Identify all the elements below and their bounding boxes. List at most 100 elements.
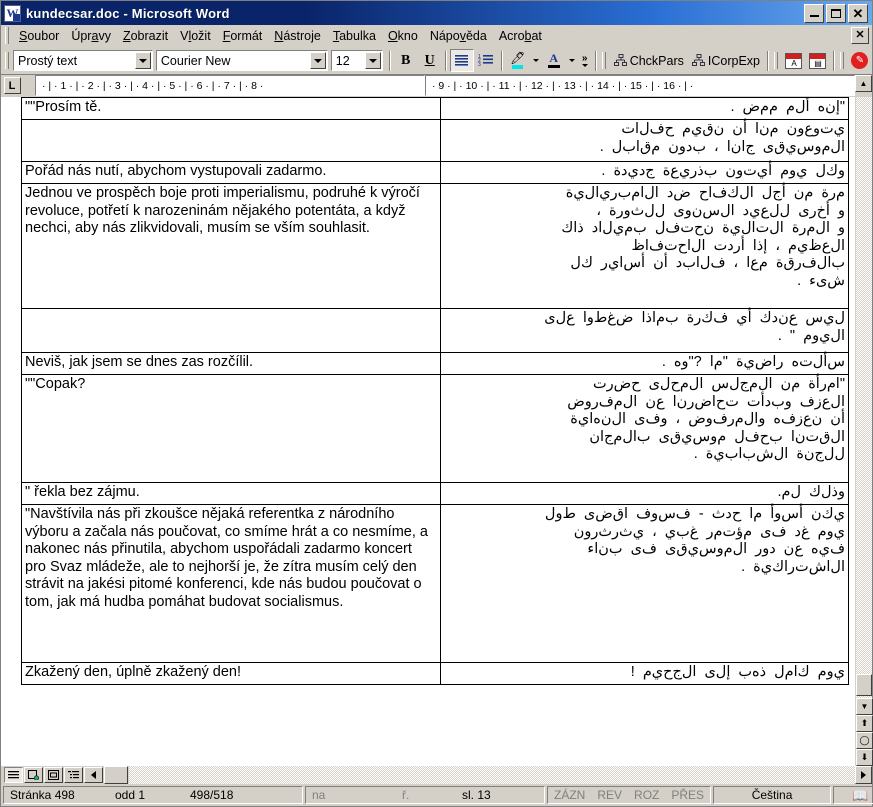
- highlight-button[interactable]: 🖊: [506, 49, 530, 72]
- menu-upravy[interactable]: Úpravy: [65, 27, 117, 45]
- hscroll-right-button[interactable]: [855, 766, 872, 784]
- icorpexp-button[interactable]: ICorpExp: [688, 52, 764, 70]
- vscroll-thumb[interactable]: [856, 674, 872, 696]
- hscroll-track[interactable]: [128, 766, 855, 784]
- vscroll-track[interactable]: [856, 97, 872, 698]
- arabic-cell[interactable]: ي‌و‌م ك‌ا‌م‌ل ذ‌ه‌ب إ‌ل‌ى ا‌ل‌ج‌ح‌ي‌م !: [439, 662, 849, 685]
- highlight-dropdown-arrow[interactable]: [530, 49, 542, 72]
- align-left-button[interactable]: [449, 49, 474, 72]
- arabic-cell[interactable]: و‌ك‌ل ي‌و‌م أ‌ي‌ت‌و‌ن ب‌ذ‌ر‌ي‌ع‌ة ج‌د‌ي‌…: [439, 161, 849, 184]
- print-layout-view-button[interactable]: [44, 767, 63, 783]
- next-page-button[interactable]: ⬇: [856, 749, 873, 766]
- fontsize-combobox[interactable]: 12: [330, 50, 383, 71]
- font-dropdown-arrow[interactable]: [309, 52, 326, 69]
- table-row[interactable]: "Navštívila nás při zkoušce nějaká refer…: [21, 504, 849, 663]
- toolbar-separator-4: [594, 50, 597, 71]
- underline-button[interactable]: U: [418, 49, 442, 72]
- status-ext[interactable]: ROZ: [628, 788, 665, 802]
- arabic-cell[interactable]: "ا‌م‌ر‌أ‌ة م‌ن ا‌ل‌م‌ج‌ل‌س ا‌ل‌م‌ح‌ل‌ى ح…: [439, 374, 849, 483]
- numbered-list-button[interactable]: 123: [474, 49, 498, 72]
- comment-toolbar-grip[interactable]: [839, 52, 844, 69]
- status-spellcheck[interactable]: 📖: [833, 786, 873, 804]
- web-layout-view-button[interactable]: [24, 767, 43, 783]
- table-row[interactable]: ""Prosím tě. "إ‌ن‌ه أ‌ل‌م م‌م‌ض‌ .: [21, 97, 849, 120]
- menu-format[interactable]: Formát: [217, 27, 269, 45]
- acrobat-toolbar-grip[interactable]: [773, 52, 778, 69]
- close-button[interactable]: ✕: [848, 3, 868, 23]
- czech-cell[interactable]: "Navštívila nás při zkoušce nějaká refer…: [21, 504, 441, 663]
- ruler-left-indent[interactable]: [23, 75, 35, 96]
- czech-cell[interactable]: ""Prosím tě.: [21, 97, 441, 120]
- czech-cell[interactable]: " řekla bez zájmu.: [21, 482, 441, 505]
- convert-to-pdf-button[interactable]: A: [782, 49, 806, 72]
- previous-page-button[interactable]: ⬆: [856, 715, 873, 732]
- status-rec[interactable]: ZÁZN: [548, 788, 591, 802]
- toolbar-grip[interactable]: [5, 52, 9, 69]
- czech-cell[interactable]: ""Copak?: [21, 374, 441, 483]
- scroll-down-button[interactable]: ▼: [856, 698, 873, 715]
- toolbar-overflow-button[interactable]: »: [578, 53, 592, 67]
- font-color-dropdown-arrow[interactable]: [566, 49, 578, 72]
- status-language[interactable]: Čeština: [713, 786, 832, 804]
- menu-okno[interactable]: Okno: [382, 27, 424, 45]
- scroll-up-button[interactable]: ▲: [855, 75, 872, 92]
- table-row[interactable]: Pořád nás nutí, abychom vystupovali zada…: [21, 161, 849, 184]
- arabic-cell[interactable]: و‌ذ‌ل‌ك ل‌م.: [439, 482, 849, 505]
- fontsize-dropdown-arrow[interactable]: [364, 52, 381, 69]
- table-row[interactable]: ي‌ت‌و‌ع‌و‌ن م‌ن‌ا أ‌ن ن‌ق‌ي‌م ح‌ف‌ل‌ا‌ت ا…: [21, 119, 849, 162]
- menu-vlozit[interactable]: Vložit: [174, 27, 217, 45]
- czech-cell[interactable]: [21, 119, 441, 162]
- table-row[interactable]: ل‌ي‌س ع‌ن‌د‌ك أ‌ي ف‌ك‌ر‌ة ب‌م‌ا‌ذ‌ا ض‌غ‌…: [21, 308, 849, 353]
- arabic-cell[interactable]: ل‌ي‌س ع‌ن‌د‌ك أ‌ي ف‌ك‌ر‌ة ب‌م‌ا‌ذ‌ا ض‌غ‌…: [439, 308, 849, 353]
- table-row[interactable]: Zkažený den, úplně zkažený den! ي‌و‌م ك‌ا…: [21, 662, 849, 685]
- hscroll-thumb[interactable]: [104, 766, 128, 784]
- minimize-button[interactable]: [804, 3, 824, 23]
- window-controls: ✕: [804, 3, 870, 23]
- menu-napoveda[interactable]: Nápověda: [424, 27, 493, 45]
- arabic-cell[interactable]: ي‌ت‌و‌ع‌و‌ن م‌ن‌ا أ‌ن ن‌ق‌ي‌م ح‌ف‌ل‌ا‌ت ا…: [439, 119, 849, 162]
- outline-view-button[interactable]: [64, 767, 83, 783]
- custom-toolbar-grip[interactable]: [601, 52, 606, 69]
- font-color-button[interactable]: A: [542, 49, 566, 72]
- collapse-button[interactable]: [84, 767, 103, 783]
- arabic-cell[interactable]: "إ‌ن‌ه أ‌ل‌م م‌م‌ض‌ .: [439, 97, 849, 120]
- vertical-scrollbar[interactable]: ▼ ⬆ ◯ ⬇: [855, 97, 873, 766]
- maximize-button[interactable]: [826, 3, 846, 23]
- table-row[interactable]: ""Copak? "ا‌م‌ر‌أ‌ة م‌ن ا‌ل‌م‌ج‌ل‌س ا‌ل‌م…: [21, 374, 849, 483]
- select-browse-object-button[interactable]: ◯: [856, 732, 873, 749]
- horizontal-ruler-left[interactable]: · | · 1 · | · 2 · | · 3 · | · 4 · | · 5 …: [35, 75, 425, 96]
- close-document-button[interactable]: ✕: [851, 27, 869, 44]
- status-trk[interactable]: REV: [591, 788, 628, 802]
- table-row[interactable]: " řekla bez zájmu. و‌ذ‌ل‌ك ل‌م.: [21, 482, 849, 505]
- normal-view-button[interactable]: [4, 767, 23, 783]
- chckpars-button[interactable]: ChckPars: [610, 52, 688, 70]
- document-page[interactable]: ""Prosím tě. "إ‌ن‌ه أ‌ل‌م م‌م‌ض‌ . ي‌ت‌و‌ع…: [1, 97, 855, 766]
- czech-cell[interactable]: Zkažený den, úplně zkažený den!: [21, 662, 441, 685]
- czech-cell[interactable]: Neviš, jak jsem se dnes zas rozčílil.: [21, 352, 441, 375]
- style-combobox[interactable]: Prostý text: [13, 50, 153, 71]
- print-layout-view-icon: [48, 770, 59, 780]
- convert-to-pdf-and-email-button[interactable]: ▤: [806, 49, 830, 72]
- arabic-cell[interactable]: ي‌ك‌ن أ‌س‌و‌أ م‌ا ح‌د‌ث - ف‌س‌و‌ف ا‌ق‌ض‌…: [439, 504, 849, 663]
- horizontal-ruler-right[interactable]: · 9 · | · 10 · | · 11 · | · 12 · | · 13 …: [424, 75, 855, 96]
- font-combobox[interactable]: Courier New: [155, 50, 328, 71]
- czech-cell[interactable]: Jednou ve prospěch boje proti imperialis…: [21, 183, 441, 309]
- status-ovr[interactable]: PŘES: [665, 788, 710, 802]
- menu-zobrazit[interactable]: Zobrazit: [117, 27, 174, 45]
- menu-soubor[interactable]: Soubor: [13, 27, 65, 45]
- document-area[interactable]: ""Prosím tě. "إ‌ن‌ه أ‌ل‌م م‌م‌ض‌ . ي‌ت‌و‌ع…: [1, 97, 855, 766]
- arabic-cell[interactable]: م‌ر‌ة م‌ن أ‌ج‌ل ا‌ل‌ك‌ف‌ا‌ح ض‌د ا‌ل‌ا‌م‌…: [439, 183, 849, 309]
- menubar-grip[interactable]: [5, 27, 9, 44]
- bold-button[interactable]: B: [394, 49, 418, 72]
- table-row[interactable]: Jednou ve prospěch boje proti imperialis…: [21, 183, 849, 309]
- table-row[interactable]: Neviš, jak jsem se dnes zas rozčílil. س‌أ…: [21, 352, 849, 375]
- menu-nastroje[interactable]: Nástroje: [268, 27, 327, 45]
- style-dropdown-arrow[interactable]: [134, 52, 151, 69]
- arabic-cell[interactable]: س‌أ‌ل‌ت‌ه ر‌ا‌ض‌ي‌ة "م‌ا ?"و‌ه .: [439, 352, 849, 375]
- tab-stop-selector[interactable]: L: [1, 75, 23, 96]
- czech-cell[interactable]: [21, 308, 441, 353]
- menu-tabulka[interactable]: Tabulka: [327, 27, 382, 45]
- czech-cell[interactable]: Pořád nás nutí, abychom vystupovali zada…: [21, 161, 441, 184]
- menu-acrobat[interactable]: Acrobat: [493, 27, 548, 45]
- acrobat-comment-button[interactable]: ✎: [848, 49, 872, 72]
